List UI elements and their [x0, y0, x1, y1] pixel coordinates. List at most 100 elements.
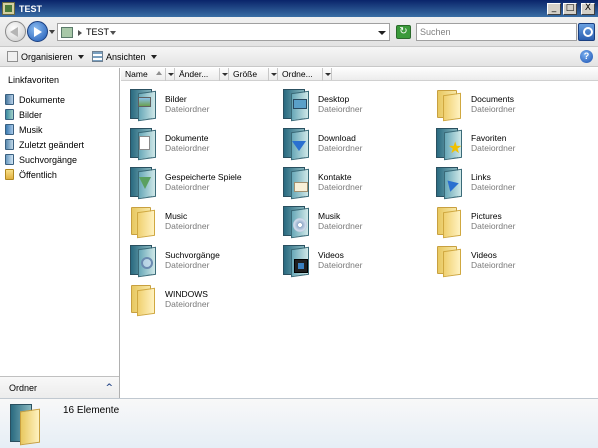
- forward-button[interactable]: [27, 21, 48, 42]
- file-type: Dateiordner: [318, 182, 363, 192]
- back-button[interactable]: [5, 21, 26, 42]
- help-button[interactable]: ?: [580, 50, 593, 63]
- refresh-button[interactable]: ↻: [396, 25, 411, 39]
- sidebar-item-recent[interactable]: Zuletzt geändert: [5, 137, 117, 152]
- searches-folder-icon: [127, 243, 157, 278]
- documents-icon: [5, 94, 14, 105]
- sidebar-item-dokumente[interactable]: Dokumente: [5, 92, 117, 107]
- column-folder-filter-icon[interactable]: [323, 68, 332, 80]
- column-modified-filter-icon[interactable]: [220, 68, 229, 80]
- folder-icon: [433, 204, 463, 239]
- pictures-folder-icon: [127, 87, 157, 122]
- chevron-up-icon: ^: [105, 383, 113, 393]
- organize-button[interactable]: Organisieren: [7, 51, 84, 62]
- views-label: Ansichten: [106, 51, 146, 62]
- file-name: WINDOWS: [165, 289, 208, 299]
- file-item-favoriten[interactable]: ★ Favoriten Dateiordner: [427, 125, 577, 161]
- column-folder[interactable]: Ordne...: [278, 68, 323, 81]
- minimize-button[interactable]: _: [547, 2, 561, 15]
- maximize-button[interactable]: □: [563, 2, 577, 15]
- file-item-bilder[interactable]: Bilder Dateiordner: [121, 86, 271, 122]
- file-name: Pictures: [471, 211, 502, 221]
- file-item-musik[interactable]: Musik Dateiordner: [274, 203, 424, 239]
- file-type: Dateiordner: [165, 143, 210, 153]
- music-folder-icon: [280, 204, 310, 239]
- folders-toggle[interactable]: Ordner ^: [0, 376, 119, 398]
- sidebar-item-label: Zuletzt geändert: [19, 139, 85, 150]
- column-size-label: Größe: [233, 69, 258, 79]
- file-item-videos-system[interactable]: Videos Dateiordner: [274, 242, 424, 278]
- documents-folder-icon: [127, 126, 157, 161]
- recent-icon: [5, 139, 14, 150]
- file-type: Dateiordner: [471, 221, 516, 231]
- file-name: Links: [471, 172, 491, 182]
- column-header: Name Änder... Größe Ordne...: [121, 68, 598, 81]
- column-size[interactable]: Größe: [229, 68, 269, 81]
- close-button[interactable]: X: [581, 2, 595, 15]
- views-button[interactable]: Ansichten: [92, 51, 157, 62]
- folder-icon: [433, 243, 463, 278]
- file-item-kontakte[interactable]: Kontakte Dateiordner: [274, 164, 424, 200]
- file-list: Bilder Dateiordner Desktop Dateiordner D…: [121, 82, 598, 398]
- window-title: TEST: [19, 3, 43, 14]
- file-item-documents[interactable]: Documents Dateiordner: [427, 86, 577, 122]
- pictures-icon: [5, 109, 14, 120]
- file-item-saved-games[interactable]: Gespeicherte Spiele Dateiordner: [121, 164, 271, 200]
- item-count: 16 Elemente: [63, 405, 120, 416]
- window-folder-icon: [2, 2, 15, 15]
- breadcrumb-test[interactable]: TEST: [86, 27, 109, 37]
- organize-dropdown-icon: [77, 54, 84, 59]
- file-name: Documents: [471, 94, 514, 104]
- sidebar-item-public[interactable]: Öffentlich: [5, 167, 117, 182]
- column-folder-label: Ordne...: [282, 69, 313, 79]
- details-pane: 16 Elemente: [0, 398, 598, 448]
- file-item-dokumente[interactable]: Dokumente Dateiordner: [121, 125, 271, 161]
- search-icon[interactable]: [578, 23, 595, 41]
- favorite-links-heading: Linkfavoriten: [8, 75, 60, 85]
- file-type: Dateiordner: [471, 182, 516, 192]
- column-size-filter-icon[interactable]: [269, 68, 278, 80]
- file-item-videos[interactable]: Videos Dateiordner: [427, 242, 577, 278]
- public-folder-icon: [5, 169, 14, 180]
- file-type: Dateiordner: [165, 260, 210, 270]
- column-name[interactable]: Name: [121, 68, 166, 81]
- file-item-desktop[interactable]: Desktop Dateiordner: [274, 86, 424, 122]
- sidebar-item-searches[interactable]: Suchvorgänge: [5, 152, 117, 167]
- file-type: Dateiordner: [165, 104, 210, 114]
- column-name-filter-icon[interactable]: [166, 68, 175, 80]
- sidebar-item-bilder[interactable]: Bilder: [5, 107, 117, 122]
- links-folder-icon: [433, 165, 463, 200]
- folder-icon: [127, 282, 157, 317]
- file-type: Dateiordner: [471, 104, 516, 114]
- views-icon: [92, 51, 103, 62]
- file-type: Dateiordner: [165, 221, 210, 231]
- breadcrumb-dropdown-icon[interactable]: [110, 31, 116, 35]
- address-history-dropdown-icon[interactable]: [378, 31, 386, 35]
- file-name: Musik: [318, 211, 341, 221]
- organize-icon: [7, 51, 18, 62]
- saved-games-folder-icon: [127, 165, 157, 200]
- column-modified[interactable]: Änder...: [175, 68, 220, 81]
- search-placeholder: Suchen: [420, 27, 451, 37]
- file-item-download[interactable]: Download Dateiordner: [274, 125, 424, 161]
- file-item-links[interactable]: Links Dateiordner: [427, 164, 577, 200]
- recent-pages-dropdown-icon[interactable]: [49, 30, 55, 34]
- sidebar-item-musik[interactable]: Musik: [5, 122, 117, 137]
- file-item-searches[interactable]: Suchvorgänge Dateiordner: [121, 242, 271, 278]
- file-item-pictures[interactable]: Pictures Dateiordner: [427, 203, 577, 239]
- column-name-label: Name: [125, 69, 148, 79]
- file-type: Dateiordner: [471, 260, 516, 270]
- breadcrumb-arrow-icon[interactable]: [78, 30, 82, 36]
- file-item-windows[interactable]: WINDOWS Dateiordner: [121, 281, 271, 317]
- search-input[interactable]: Suchen: [416, 23, 577, 41]
- folders-label: Ordner: [9, 383, 38, 393]
- file-name: Download: [318, 133, 356, 143]
- address-bar[interactable]: TEST: [57, 23, 390, 41]
- favorites-folder-icon: ★: [433, 126, 463, 161]
- file-item-music[interactable]: Music Dateiordner: [121, 203, 271, 239]
- folder-icon: [433, 87, 463, 122]
- file-type: Dateiordner: [165, 182, 210, 192]
- file-name: Dokumente: [165, 133, 209, 143]
- column-modified-label: Änder...: [179, 69, 209, 79]
- file-name: Suchvorgänge: [165, 250, 220, 260]
